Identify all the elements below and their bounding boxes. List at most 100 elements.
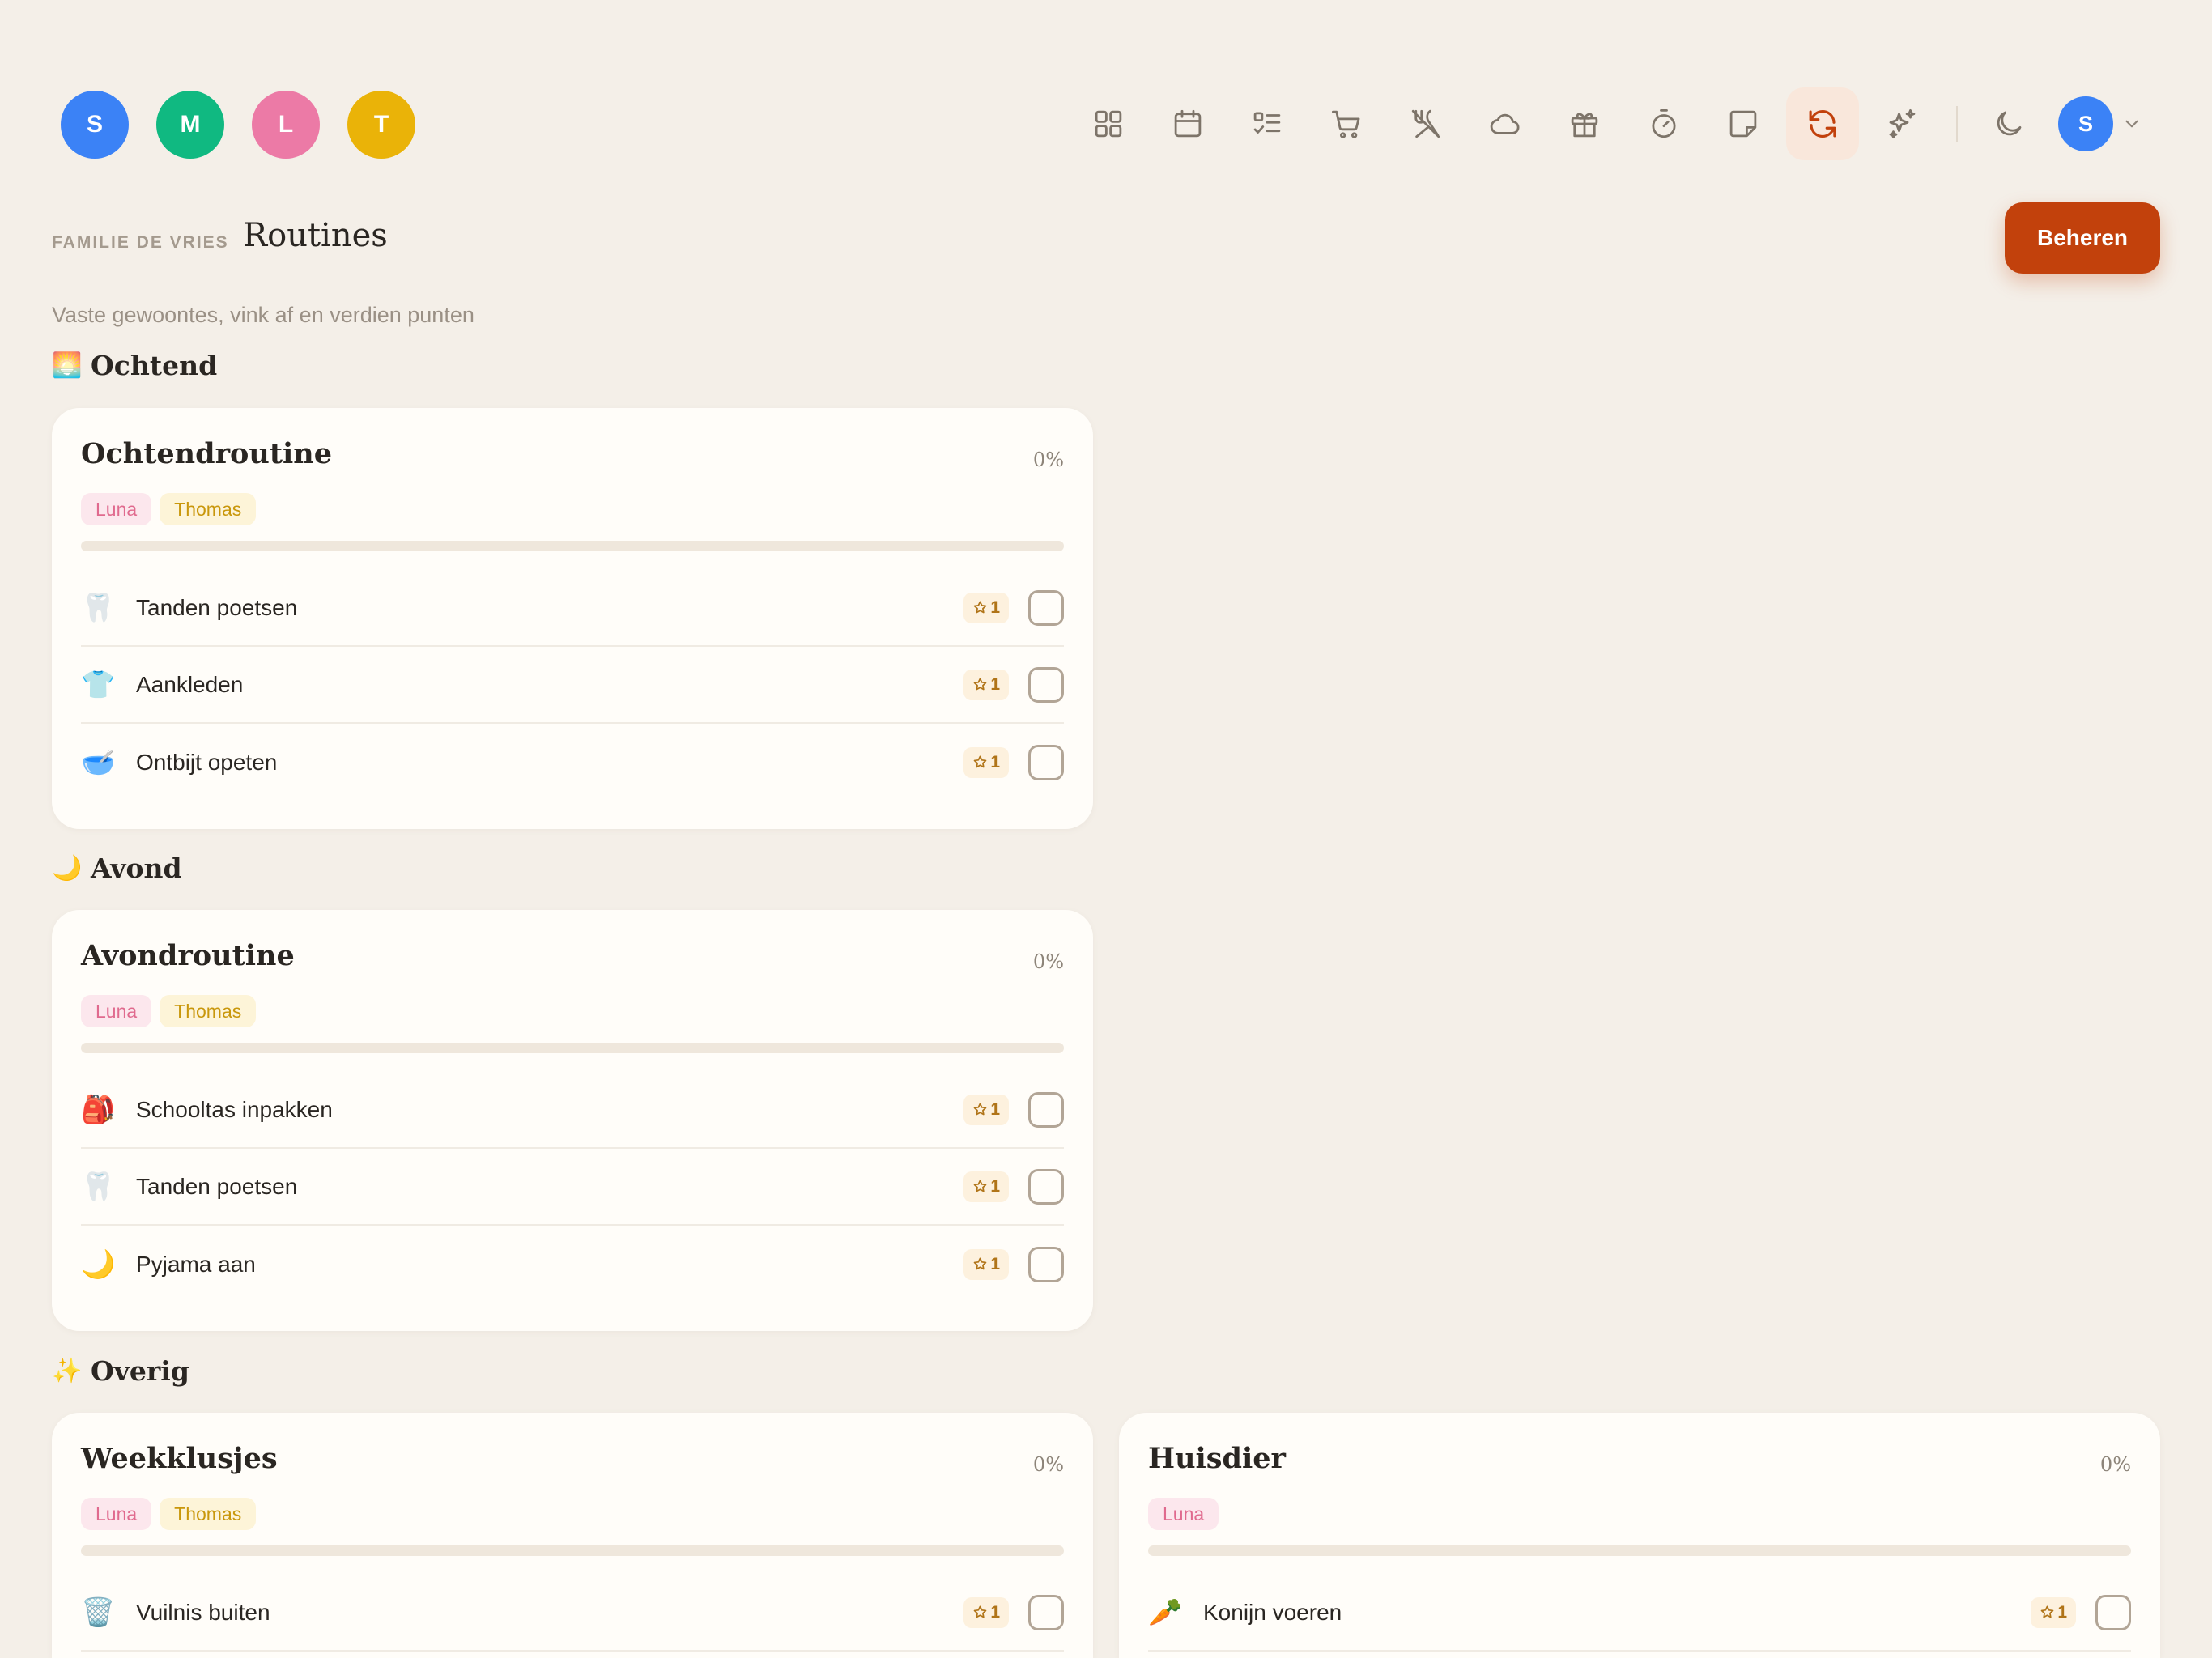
nav-tasks[interactable] xyxy=(1231,87,1304,160)
section-heading-morning: 🌅 Ochtend xyxy=(52,350,217,381)
nav-ai[interactable] xyxy=(1865,87,1938,160)
family-members: S M L T xyxy=(61,91,415,159)
nav-rewards[interactable] xyxy=(1548,87,1621,160)
progress-bar xyxy=(81,1545,1064,1556)
sunrise-icon: 🌅 xyxy=(52,352,83,379)
assignee-tags: Luna Thomas xyxy=(81,995,257,1027)
list-item: 🎒 Schooltas inpakken 1 xyxy=(81,1072,1064,1149)
assignee-tag: Luna xyxy=(1148,1498,1219,1530)
nav-divider xyxy=(1956,106,1958,142)
complete-checkbox[interactable] xyxy=(2095,1594,2131,1630)
assignee-tag: Luna xyxy=(81,493,152,525)
list-item: 🥣 Ontbijt opeten 1 xyxy=(81,724,1064,801)
nav-meals[interactable] xyxy=(1389,87,1462,160)
complete-checkbox[interactable] xyxy=(1028,744,1064,780)
routine-items: 🦷 Tanden poetsen 1 👕 Aankleden 1 🥣 Ontbi… xyxy=(81,570,1064,801)
nav-timer[interactable] xyxy=(1627,87,1700,160)
nav-calendar[interactable] xyxy=(1151,87,1224,160)
utensils-off-icon xyxy=(1411,109,1440,138)
tooth-icon: 🦷 xyxy=(81,592,116,623)
points-badge: 1 xyxy=(963,746,1009,778)
points-badge: 1 xyxy=(963,1171,1009,1202)
nav-shopping[interactable] xyxy=(1310,87,1383,160)
complete-checkbox[interactable] xyxy=(1028,589,1064,626)
timer-icon xyxy=(1652,108,1676,138)
cloud-icon xyxy=(1490,113,1520,134)
routine-title: Avondroutine xyxy=(81,939,295,972)
routine-title: Huisdier xyxy=(1148,1442,1286,1475)
breadcrumb: FAMILIE DE VRIES xyxy=(52,233,229,252)
nav-weather[interactable] xyxy=(1469,87,1542,160)
main-nav: S xyxy=(1072,87,2142,160)
complete-checkbox[interactable] xyxy=(1028,1168,1064,1205)
member-avatar-m[interactable]: M xyxy=(156,91,224,159)
progress-bar xyxy=(81,1043,1064,1053)
routine-card: Ochtendroutine 0% Luna Thomas 🦷 Tanden p… xyxy=(52,408,1093,829)
star-icon xyxy=(973,601,987,614)
nav-overview[interactable] xyxy=(1072,87,1145,160)
avatar: S xyxy=(2058,96,2113,151)
member-avatar-l[interactable]: L xyxy=(252,91,320,159)
routine-items: 🎒 Schooltas inpakken 1 🦷 Tanden poetsen … xyxy=(81,1072,1064,1303)
assignee-tags: Luna Thomas xyxy=(81,493,257,525)
item-label: Tanden poetsen xyxy=(136,1173,298,1199)
assignee-tags: Luna Thomas xyxy=(81,1498,257,1530)
routine-items: 🥕 Konijn voeren 1 xyxy=(1148,1575,2131,1652)
item-label: Vuilnis buiten xyxy=(136,1599,270,1625)
carrot-icon: 🥕 xyxy=(1148,1596,1183,1628)
points-value: 1 xyxy=(990,752,1000,772)
section-label: Avond xyxy=(91,852,182,884)
nav-notes[interactable] xyxy=(1707,87,1780,160)
gift-icon xyxy=(1571,113,1598,138)
chevron-down-icon xyxy=(2125,120,2138,128)
section-heading-other: ✨ Overig xyxy=(52,1355,189,1387)
backpack-icon: 🎒 xyxy=(81,1094,116,1125)
points-value: 1 xyxy=(990,674,1000,694)
progress-bar xyxy=(81,541,1064,551)
star-icon xyxy=(973,1180,987,1192)
list-item: 👕 Aankleden 1 xyxy=(81,647,1064,724)
routine-card: Avondroutine 0% Luna Thomas 🎒 Schooltas … xyxy=(52,910,1093,1331)
complete-checkbox[interactable] xyxy=(1028,666,1064,703)
page-title: Routines xyxy=(243,217,388,254)
star-icon xyxy=(2040,1605,2054,1618)
top-bar: S M L T S xyxy=(0,0,2212,170)
points-value: 1 xyxy=(990,1099,1000,1119)
manage-button[interactable]: Beheren xyxy=(2005,202,2160,274)
grid-icon xyxy=(1095,110,1122,138)
routine-percent: 0% xyxy=(2099,1453,2131,1476)
theme-toggle[interactable] xyxy=(1972,87,2045,160)
trash-icon: 🗑️ xyxy=(81,1596,116,1628)
complete-checkbox[interactable] xyxy=(1028,1091,1064,1128)
list-item: 🥕 Konijn voeren 1 xyxy=(1148,1575,2131,1652)
list-item: 🦷 Tanden poetsen 1 xyxy=(81,570,1064,647)
list-item: 🌙 Pyjama aan 1 xyxy=(81,1226,1064,1303)
routine-card: Huisdier 0% Luna 🥕 Konijn voeren 1 xyxy=(1119,1413,2160,1658)
list-item: 🗑️ Vuilnis buiten 1 xyxy=(81,1575,1064,1652)
item-label: Tanden poetsen xyxy=(136,594,298,620)
item-label: Pyjama aan xyxy=(136,1251,256,1277)
points-badge: 1 xyxy=(963,669,1009,700)
points-badge: 1 xyxy=(963,1596,1009,1628)
routine-items: 🗑️ Vuilnis buiten 1 xyxy=(81,1575,1064,1652)
sparkles-icon: ✨ xyxy=(52,1358,83,1384)
member-avatar-s[interactable]: S xyxy=(61,91,129,159)
sparkles-icon xyxy=(1889,108,1916,139)
item-label: Aankleden xyxy=(136,671,244,697)
item-label: Konijn voeren xyxy=(1203,1599,1342,1625)
assignee-tag: Luna xyxy=(81,995,152,1027)
member-avatar-t[interactable]: T xyxy=(347,91,415,159)
section-heading-evening: 🌙 Avond xyxy=(52,852,182,884)
assignee-tag: Luna xyxy=(81,1498,152,1530)
profile-menu[interactable]: S xyxy=(2058,96,2142,151)
complete-checkbox[interactable] xyxy=(1028,1246,1064,1282)
assignee-tag: Thomas xyxy=(160,995,257,1027)
star-icon xyxy=(973,755,987,768)
routine-title: Weekklusjes xyxy=(81,1442,278,1475)
points-badge: 1 xyxy=(963,1094,1009,1125)
points-badge: 1 xyxy=(963,592,1009,623)
section-label: Overig xyxy=(91,1355,189,1387)
complete-checkbox[interactable] xyxy=(1028,1594,1064,1630)
nav-routines[interactable] xyxy=(1786,87,1859,160)
tooth-icon: 🦷 xyxy=(81,1171,116,1202)
